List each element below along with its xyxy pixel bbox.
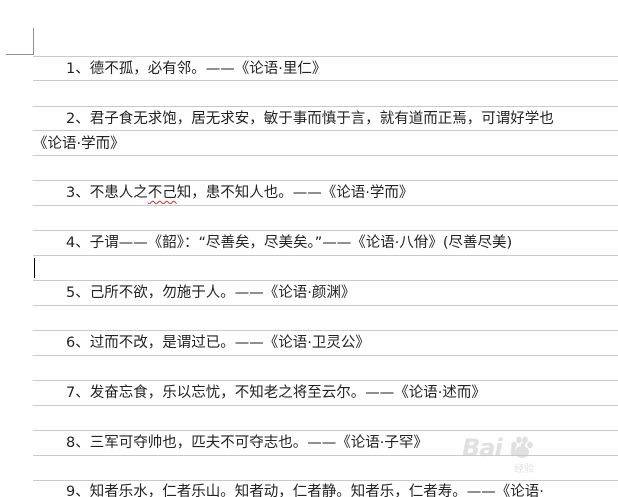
spellcheck-mark: 不己 <box>147 185 177 201</box>
ruled-line <box>33 255 618 256</box>
ruled-line <box>33 405 618 406</box>
ruled-line <box>33 280 618 281</box>
text-line-4[interactable]: 4、子谓——《韶》：“尽善矣，尽美矣。”——《论语·八佾》(尽善尽美) <box>0 232 618 254</box>
text-line-7[interactable]: 7、发奋忘食，乐以忘忧，不知老之将至云尔。——《论语·述而》 <box>0 382 618 404</box>
ruled-line <box>33 230 618 231</box>
text-line-2[interactable]: 2、君子食无求饱，居无求安，敏于事而慎于言，就有道而正焉，可谓好学也 <box>0 108 618 130</box>
text-segment: 知，患不知人也。——《论语·学而》 <box>176 185 414 201</box>
text-line-2-continued[interactable]: 《论语·学而》 <box>0 133 618 155</box>
ruled-line <box>33 305 618 306</box>
watermark-subtitle: 经验 <box>514 464 534 475</box>
ruled-line <box>33 155 618 156</box>
text-line-3[interactable]: 3、不患人之不己知，患不知人也。——《论语·学而》 <box>0 182 618 204</box>
text-segment: 3、不患人之 <box>66 185 148 201</box>
ruled-line <box>33 330 618 331</box>
text-cursor <box>34 258 35 278</box>
baidu-watermark: Bai u 经验 <box>462 432 582 475</box>
ruled-line <box>33 380 618 381</box>
ruled-line <box>33 180 618 181</box>
paw-icon <box>511 436 533 458</box>
text-line-6[interactable]: 6、过而不改，是谓过已。——《论语·卫灵公》 <box>0 332 618 354</box>
text-line-5[interactable]: 5、己所不欲，勿施于人。——《论语·颜渊》 <box>0 282 618 304</box>
ruled-line <box>33 56 618 57</box>
text-line-9[interactable]: 9、知者乐水，仁者乐山。知者动，仁者静。知者乐，仁者寿。——《论语· <box>0 481 618 497</box>
page-margin-corner <box>6 54 34 55</box>
text-line-1[interactable]: 1、德不孤，必有邻。——《论语·里仁》 <box>0 58 618 80</box>
ruled-line <box>33 205 618 206</box>
ruled-line <box>33 106 618 107</box>
ruled-line <box>33 130 618 131</box>
ruled-line <box>33 355 618 356</box>
document-page[interactable]: 1、德不孤，必有邻。——《论语·里仁》 2、君子食无求饱，居无求安，敏于事而慎于… <box>0 0 618 497</box>
page-margin-corner <box>33 28 34 54</box>
ruled-line <box>33 430 618 431</box>
ruled-line <box>33 80 618 81</box>
